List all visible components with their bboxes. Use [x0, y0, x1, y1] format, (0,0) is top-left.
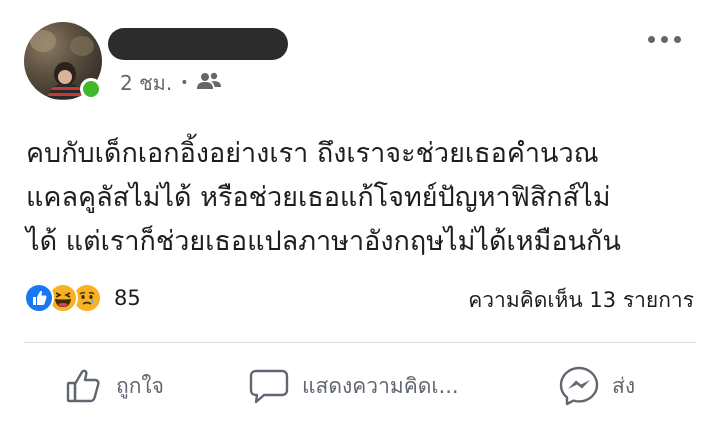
actions-divider: [24, 342, 696, 343]
messenger-icon: [558, 365, 600, 407]
post-meta: 2 ชม. •: [120, 70, 222, 96]
author-name-redacted: [108, 28, 288, 60]
like-button-label: ถูกใจ: [116, 373, 164, 398]
more-options-icon[interactable]: [648, 36, 684, 44]
send-button[interactable]: ส่ง: [558, 362, 635, 410]
post-text-line: แคลคูลัสไม่ได้ หรือช่วยเธอแก้โจทย์ปัญหาฟ…: [26, 182, 611, 213]
comments-count-link[interactable]: ความคิดเห็น 13 รายการ: [468, 284, 694, 317]
reactions-summary[interactable]: 85: [24, 282, 141, 314]
comment-bubble-icon: [248, 366, 290, 406]
comment-button[interactable]: แสดงความคิดเ...: [248, 362, 459, 410]
post-text-line: ได้ แต่เราก็ช่วยเธอแปลภาษาอังกฤษไม่ได้เห…: [26, 226, 621, 257]
profile-avatar[interactable]: [24, 22, 104, 102]
friends-icon[interactable]: [196, 71, 222, 96]
comment-button-label: แสดงความคิดเ...: [302, 373, 459, 398]
send-button-label: ส่ง: [612, 373, 636, 398]
post-time[interactable]: 2 ชม.: [120, 67, 172, 99]
like-reaction-icon: [24, 283, 54, 313]
thumbs-up-icon: [64, 366, 104, 406]
meta-separator: •: [180, 75, 189, 91]
post-card: 2 ชม. • คบกับเด็กเอกอิ้งอย่างเรา ถึงเราจ…: [0, 0, 720, 428]
post-text-line: คบกับเด็กเอกอิ้งอย่างเรา ถึงเราจะช่วยเธอ…: [26, 138, 599, 169]
online-status-indicator: [80, 78, 102, 100]
like-button[interactable]: ถูกใจ: [64, 362, 164, 410]
reaction-count: 85: [114, 286, 141, 310]
post-text: คบกับเด็กเอกอิ้งอย่างเรา ถึงเราจะช่วยเธอ…: [26, 132, 706, 264]
